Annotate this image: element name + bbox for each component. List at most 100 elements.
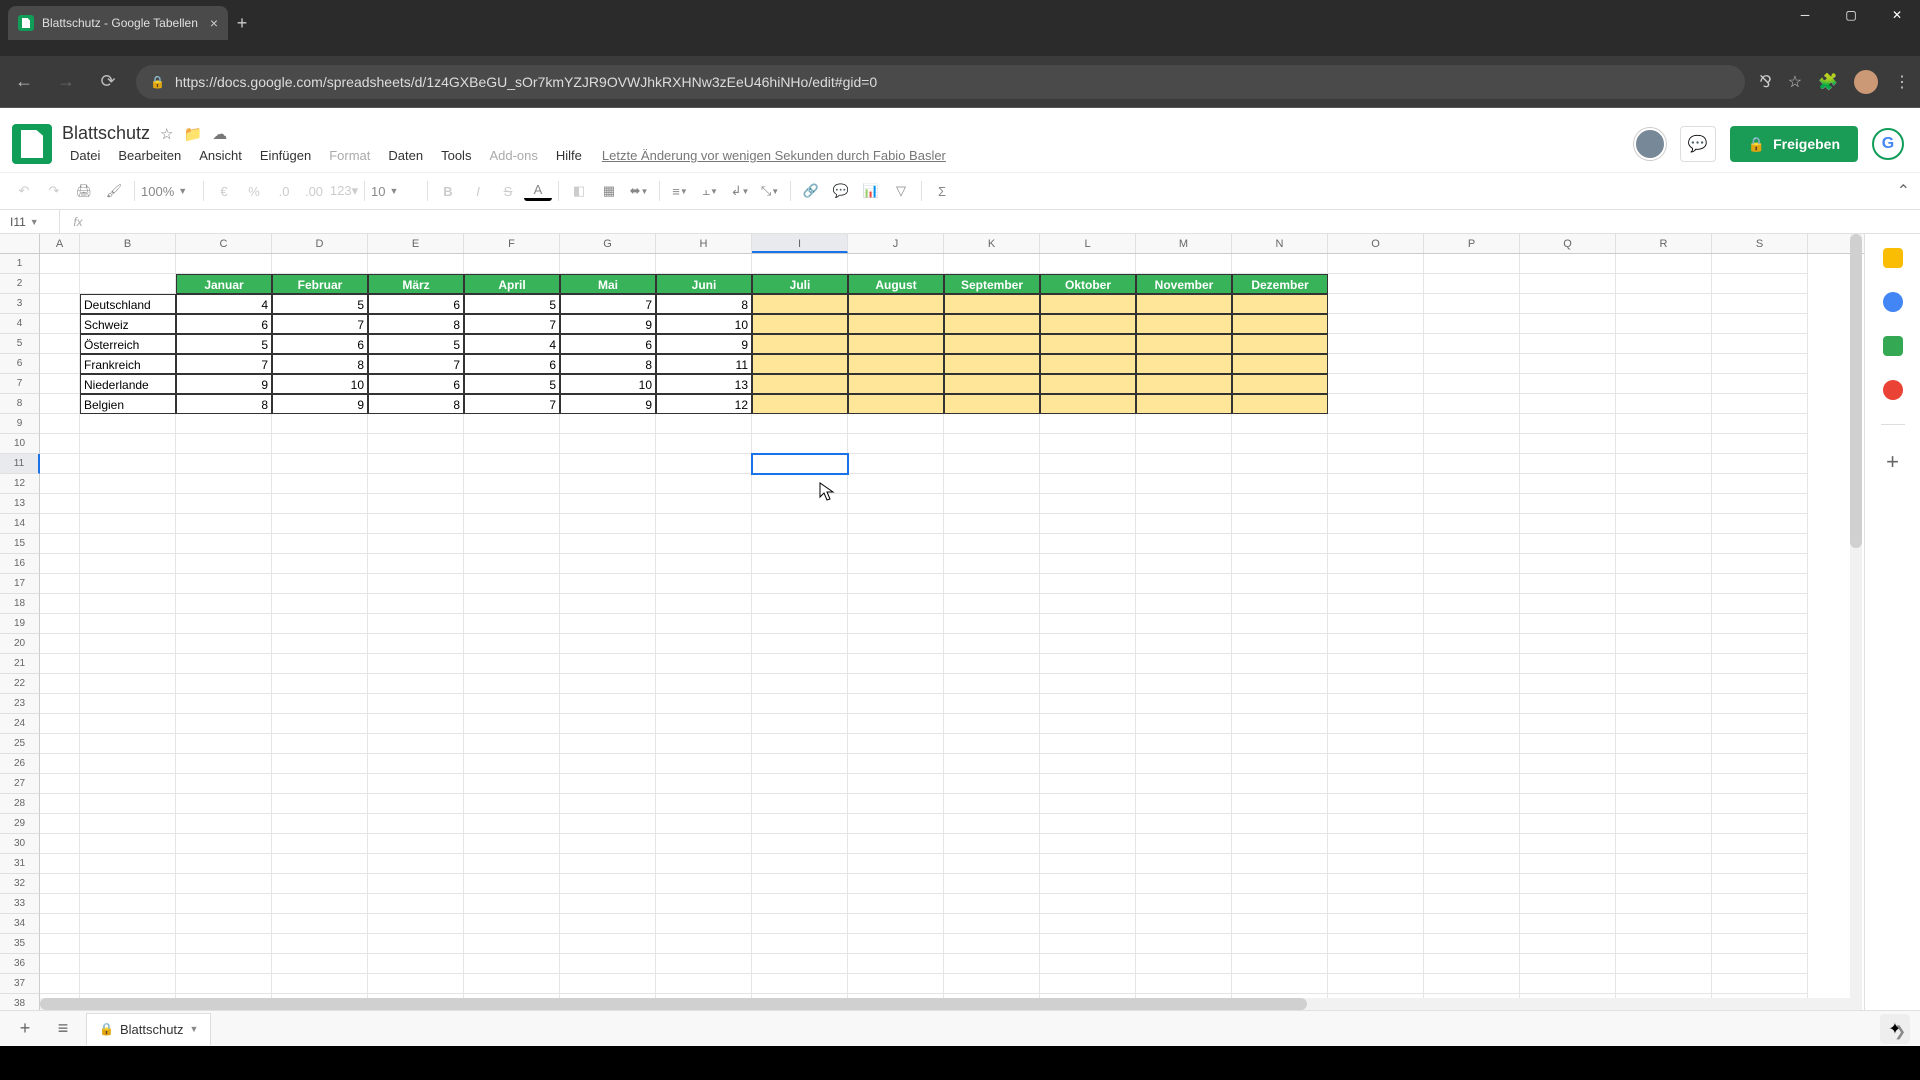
cell-G9[interactable]	[560, 414, 656, 434]
cell-M28[interactable]	[1136, 794, 1232, 814]
cell-J1[interactable]	[848, 254, 944, 274]
row-header-3[interactable]: 3	[0, 294, 40, 314]
cell-F33[interactable]	[464, 894, 560, 914]
col-header-E[interactable]: E	[368, 234, 464, 253]
cell-N22[interactable]	[1232, 674, 1328, 694]
cell-K4[interactable]	[944, 314, 1040, 334]
row-header-12[interactable]: 12	[0, 474, 40, 494]
cell-A12[interactable]	[40, 474, 80, 494]
cell-I29[interactable]	[752, 814, 848, 834]
cell-O10[interactable]	[1328, 434, 1424, 454]
cell-M29[interactable]	[1136, 814, 1232, 834]
cell-A24[interactable]	[40, 714, 80, 734]
address-bar[interactable]: 🔒 https://docs.google.com/spreadsheets/d…	[136, 65, 1745, 99]
cell-D25[interactable]	[272, 734, 368, 754]
cell-C14[interactable]	[176, 514, 272, 534]
cell-N35[interactable]	[1232, 934, 1328, 954]
cell-I32[interactable]	[752, 874, 848, 894]
cell-H8[interactable]: 12	[656, 394, 752, 414]
cell-L25[interactable]	[1040, 734, 1136, 754]
cell-Q8[interactable]	[1520, 394, 1616, 414]
cell-O27[interactable]	[1328, 774, 1424, 794]
cell-O12[interactable]	[1328, 474, 1424, 494]
cell-P25[interactable]	[1424, 734, 1520, 754]
cell-K16[interactable]	[944, 554, 1040, 574]
cell-A28[interactable]	[40, 794, 80, 814]
cell-L18[interactable]	[1040, 594, 1136, 614]
cell-Q5[interactable]	[1520, 334, 1616, 354]
cell-J18[interactable]	[848, 594, 944, 614]
cell-K36[interactable]	[944, 954, 1040, 974]
cell-F34[interactable]	[464, 914, 560, 934]
cell-L5[interactable]	[1040, 334, 1136, 354]
cell-N36[interactable]	[1232, 954, 1328, 974]
cell-S18[interactable]	[1712, 594, 1808, 614]
cell-C4[interactable]: 6	[176, 314, 272, 334]
cell-A5[interactable]	[40, 334, 80, 354]
cell-S21[interactable]	[1712, 654, 1808, 674]
cell-H37[interactable]	[656, 974, 752, 994]
cell-L19[interactable]	[1040, 614, 1136, 634]
cell-F18[interactable]	[464, 594, 560, 614]
cell-Q6[interactable]	[1520, 354, 1616, 374]
cell-Q37[interactable]	[1520, 974, 1616, 994]
row-header-21[interactable]: 21	[0, 654, 40, 674]
cloud-status-icon[interactable]: ☁	[212, 125, 227, 143]
cell-J35[interactable]	[848, 934, 944, 954]
cell-H16[interactable]	[656, 554, 752, 574]
cell-K35[interactable]	[944, 934, 1040, 954]
cell-R8[interactable]	[1616, 394, 1712, 414]
cell-S14[interactable]	[1712, 514, 1808, 534]
cell-C22[interactable]	[176, 674, 272, 694]
cell-D32[interactable]	[272, 874, 368, 894]
row-header-26[interactable]: 26	[0, 754, 40, 774]
cell-D12[interactable]	[272, 474, 368, 494]
cell-K2[interactable]: September	[944, 274, 1040, 294]
cell-D20[interactable]	[272, 634, 368, 654]
cell-J15[interactable]	[848, 534, 944, 554]
cell-G35[interactable]	[560, 934, 656, 954]
col-header-D[interactable]: D	[272, 234, 368, 253]
cell-A19[interactable]	[40, 614, 80, 634]
cell-Q27[interactable]	[1520, 774, 1616, 794]
cell-K32[interactable]	[944, 874, 1040, 894]
cell-L32[interactable]	[1040, 874, 1136, 894]
cell-F24[interactable]	[464, 714, 560, 734]
cell-B15[interactable]	[80, 534, 176, 554]
cell-N4[interactable]	[1232, 314, 1328, 334]
cell-D33[interactable]	[272, 894, 368, 914]
cell-E1[interactable]	[368, 254, 464, 274]
cell-D11[interactable]	[272, 454, 368, 474]
cell-G11[interactable]	[560, 454, 656, 474]
cell-E12[interactable]	[368, 474, 464, 494]
cell-I23[interactable]	[752, 694, 848, 714]
cell-I37[interactable]	[752, 974, 848, 994]
cell-I4[interactable]	[752, 314, 848, 334]
cell-B10[interactable]	[80, 434, 176, 454]
cell-E13[interactable]	[368, 494, 464, 514]
cell-G23[interactable]	[560, 694, 656, 714]
cell-N33[interactable]	[1232, 894, 1328, 914]
paint-format-button[interactable]: 🖌	[100, 177, 128, 205]
cell-S22[interactable]	[1712, 674, 1808, 694]
cell-M12[interactable]	[1136, 474, 1232, 494]
cell-M4[interactable]	[1136, 314, 1232, 334]
cell-Q9[interactable]	[1520, 414, 1616, 434]
cell-D7[interactable]: 10	[272, 374, 368, 394]
cell-F16[interactable]	[464, 554, 560, 574]
cell-N11[interactable]	[1232, 454, 1328, 474]
cell-I17[interactable]	[752, 574, 848, 594]
cell-S7[interactable]	[1712, 374, 1808, 394]
cell-A15[interactable]	[40, 534, 80, 554]
cell-S8[interactable]	[1712, 394, 1808, 414]
cell-D2[interactable]: Februar	[272, 274, 368, 294]
cell-B35[interactable]	[80, 934, 176, 954]
contacts-icon[interactable]	[1883, 336, 1903, 356]
cell-B26[interactable]	[80, 754, 176, 774]
cell-K6[interactable]	[944, 354, 1040, 374]
cell-A9[interactable]	[40, 414, 80, 434]
cell-P22[interactable]	[1424, 674, 1520, 694]
cell-C32[interactable]	[176, 874, 272, 894]
cell-A27[interactable]	[40, 774, 80, 794]
cell-R26[interactable]	[1616, 754, 1712, 774]
